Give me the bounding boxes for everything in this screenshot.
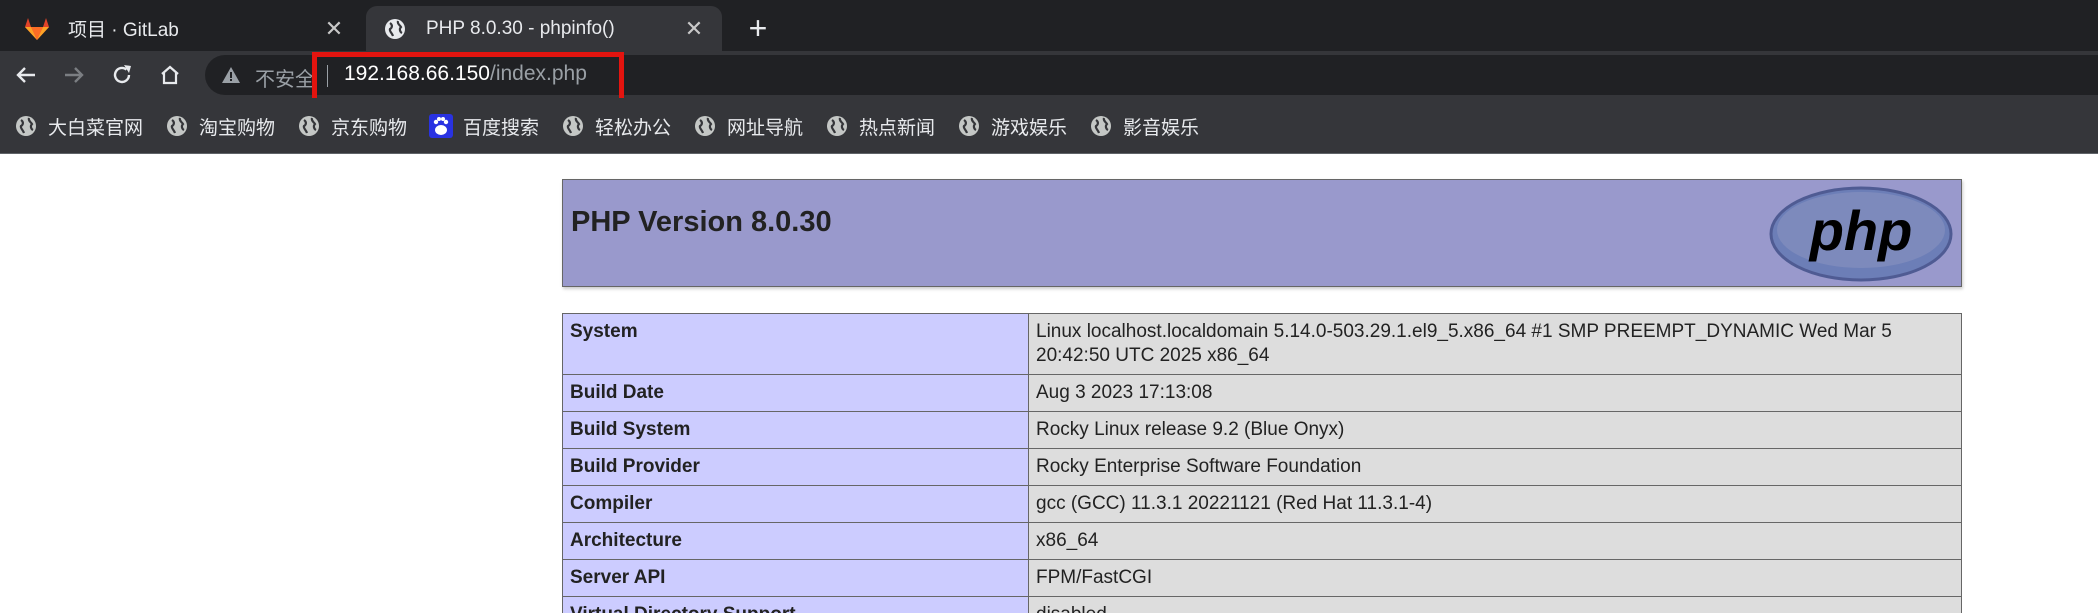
warning-icon[interactable] [221, 65, 241, 85]
globe-icon [297, 114, 321, 138]
row-value: Rocky Enterprise Software Foundation [1028, 448, 1962, 486]
php-logo-text: php [1808, 199, 1913, 262]
bookmark-label: 大白菜官网 [48, 117, 144, 139]
tab-strip: 项目 · GitLab ✕ PHP 8.0.30 - phpinfo() ✕ + [0, 0, 2098, 51]
globe-icon [693, 114, 717, 138]
globe-icon [165, 114, 189, 138]
bookmarks-bar: 大白菜官网 淘宝购物 京东购物 百度搜索 轻松办公 网址导航 热点新闻 游戏娱乐… [0, 98, 2098, 154]
row-value: disabled [1028, 596, 1962, 613]
row-key: Build Date [562, 374, 1029, 412]
bookmark-label: 百度搜索 [463, 117, 540, 139]
php-logo: php [1769, 186, 1953, 282]
bookmark-item[interactable]: 百度搜索 [429, 112, 539, 140]
bookmark-label: 影音娱乐 [1123, 117, 1200, 139]
home-button[interactable] [152, 57, 188, 93]
forward-button[interactable] [56, 57, 92, 93]
bookmark-label: 京东购物 [331, 117, 408, 139]
close-icon[interactable]: ✕ [680, 15, 708, 43]
bookmark-item[interactable]: 网址导航 [693, 112, 803, 140]
row-value: gcc (GCC) 11.3.1 20221121 (Red Hat 11.3.… [1028, 485, 1962, 523]
table-row: Build Date Aug 3 2023 17:13:08 [562, 374, 1962, 412]
row-value: Aug 3 2023 17:13:08 [1028, 374, 1962, 412]
table-row: Build System Rocky Linux release 9.2 (Blu… [562, 411, 1962, 449]
php-header: PHP Version 8.0.30 php [562, 179, 1962, 287]
page-content: PHP Version 8.0.30 php System Linux local… [0, 154, 2098, 613]
bookmark-item[interactable]: 热点新闻 [825, 112, 935, 140]
row-key: Virtual Directory Support [562, 596, 1029, 613]
close-icon[interactable]: ✕ [320, 15, 348, 43]
reload-button[interactable] [104, 57, 140, 93]
globe-icon [561, 114, 585, 138]
bookmark-item[interactable]: 影音娱乐 [1089, 112, 1199, 140]
bookmark-item[interactable]: 轻松办公 [561, 112, 671, 140]
bookmark-label: 游戏娱乐 [991, 117, 1068, 139]
info-table: System Linux localhost.localdomain 5.14.0… [562, 313, 1962, 613]
globe-icon [957, 114, 981, 138]
table-row: Compiler gcc (GCC) 11.3.1 20221121 (Red H… [562, 485, 1962, 523]
tab-title: PHP 8.0.30 - phpinfo() [426, 17, 615, 39]
tab-gitlab[interactable]: 项目 · GitLab ✕ [8, 6, 362, 51]
table-row: Server API FPM/FastCGI [562, 559, 1962, 597]
bookmark-item[interactable]: 淘宝购物 [165, 112, 275, 140]
bookmark-label: 热点新闻 [859, 117, 936, 139]
tab-title: 项目 · GitLab [68, 20, 179, 41]
row-key: Build Provider [562, 448, 1029, 486]
row-key: Compiler [562, 485, 1029, 523]
tab-phpinfo[interactable]: PHP 8.0.30 - phpinfo() ✕ [366, 6, 722, 51]
row-value: Linux localhost.localdomain 5.14.0-503.2… [1028, 313, 1962, 375]
row-key: Server API [562, 559, 1029, 597]
table-row: Architecture x86_64 [562, 522, 1962, 560]
bookmark-label: 轻松办公 [595, 117, 672, 139]
security-label[interactable]: 不安全 [255, 63, 315, 92]
bookmark-label: 淘宝购物 [199, 117, 276, 139]
table-row: Build Provider Rocky Enterprise Software … [562, 448, 1962, 486]
home-icon [161, 65, 179, 85]
row-key: Architecture [562, 522, 1029, 560]
bookmark-item[interactable]: 游戏娱乐 [957, 112, 1067, 140]
row-value: FPM/FastCGI [1028, 559, 1962, 597]
baidu-icon [429, 114, 453, 138]
bookmark-item[interactable]: 京东购物 [297, 112, 407, 140]
globe-icon [14, 114, 38, 138]
page-title: PHP Version 8.0.30 [571, 206, 832, 238]
table-row: Virtual Directory Supportdisabled [562, 596, 1962, 613]
globe-icon [1089, 114, 1113, 138]
row-key: Build System [562, 411, 1029, 449]
globe-icon [825, 114, 849, 138]
table-row: System Linux localhost.localdomain 5.14.0… [562, 313, 1962, 375]
gitlab-icon [24, 16, 50, 42]
bookmark-item[interactable]: 大白菜官网 [14, 112, 143, 140]
forward-arrow-icon [65, 67, 84, 83]
row-key: System [562, 313, 1029, 375]
back-button[interactable] [8, 57, 44, 93]
bookmark-label: 网址导航 [727, 117, 804, 139]
back-arrow-icon [16, 67, 35, 83]
reload-icon [113, 65, 131, 84]
new-tab-button[interactable]: + [740, 10, 776, 46]
globe-icon [382, 16, 408, 42]
row-value: Rocky Linux release 9.2 (Blue Onyx) [1028, 411, 1962, 449]
row-value: x86_64 [1028, 522, 1962, 560]
